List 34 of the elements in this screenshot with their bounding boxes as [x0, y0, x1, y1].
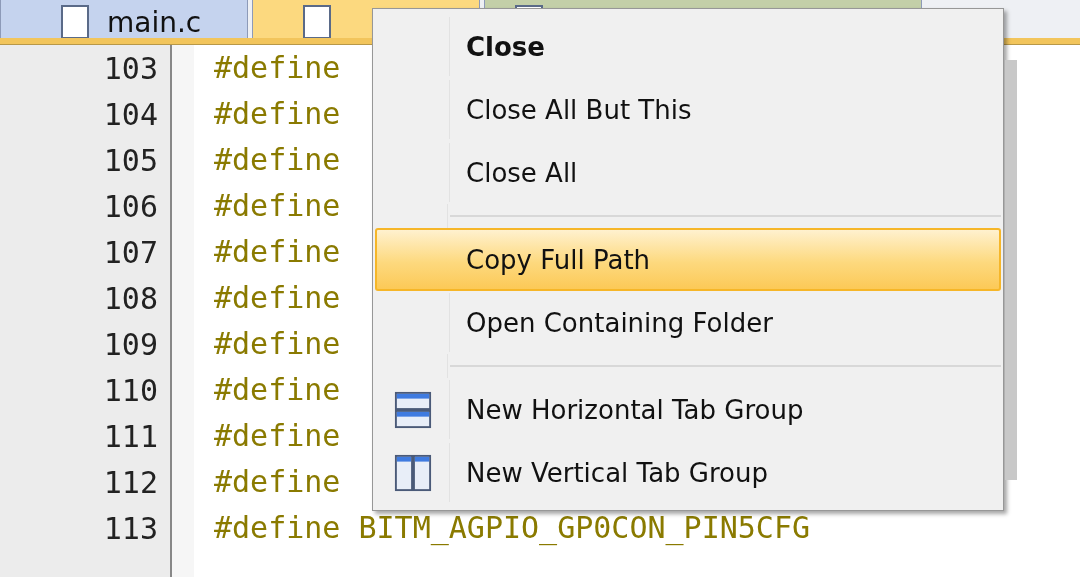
- code-line: #define: [214, 418, 341, 453]
- line-number: 105: [102, 142, 159, 180]
- menu-item[interactable]: Close All But This: [375, 78, 1001, 141]
- menu-item[interactable]: Close All: [375, 141, 1001, 204]
- line-number: 107: [102, 234, 159, 272]
- code-line: #define: [214, 50, 341, 85]
- line-number: 109: [102, 326, 159, 364]
- code-line: #define: [214, 234, 341, 269]
- line-number: 113: [102, 510, 159, 548]
- line-number: 108: [102, 280, 159, 318]
- code-line: #define: [214, 188, 341, 223]
- line-number: 112: [102, 464, 159, 502]
- code-line: #define BITM_AGPIO_GP0CON_PIN5CFG: [214, 510, 811, 545]
- code-line: #define: [214, 142, 341, 177]
- editor-tab[interactable]: main.c: [0, 0, 248, 38]
- menu-item[interactable]: New Horizontal Tab Group: [375, 378, 1001, 441]
- menu-item[interactable]: Copy Full Path: [375, 228, 1001, 291]
- code-line: #define: [214, 464, 341, 499]
- horizontal-split-icon: [394, 389, 432, 430]
- menu-item[interactable]: Close: [375, 15, 1001, 78]
- line-number: 110: [102, 372, 159, 410]
- code-line: #define: [214, 96, 341, 131]
- line-number: 103: [102, 50, 159, 88]
- line-number: 104: [102, 96, 159, 134]
- code-line: #define: [214, 326, 341, 361]
- vertical-split-icon: [394, 452, 432, 493]
- code-line: #define: [214, 280, 341, 315]
- file-icon: [303, 5, 331, 38]
- code-line: #define: [214, 372, 341, 407]
- file-icon: [61, 5, 89, 38]
- menu-item[interactable]: New Vertical Tab Group: [375, 441, 1001, 504]
- line-number: 111: [102, 418, 159, 456]
- menu-item[interactable]: Open Containing Folder: [375, 291, 1001, 354]
- line-number: 106: [102, 188, 159, 226]
